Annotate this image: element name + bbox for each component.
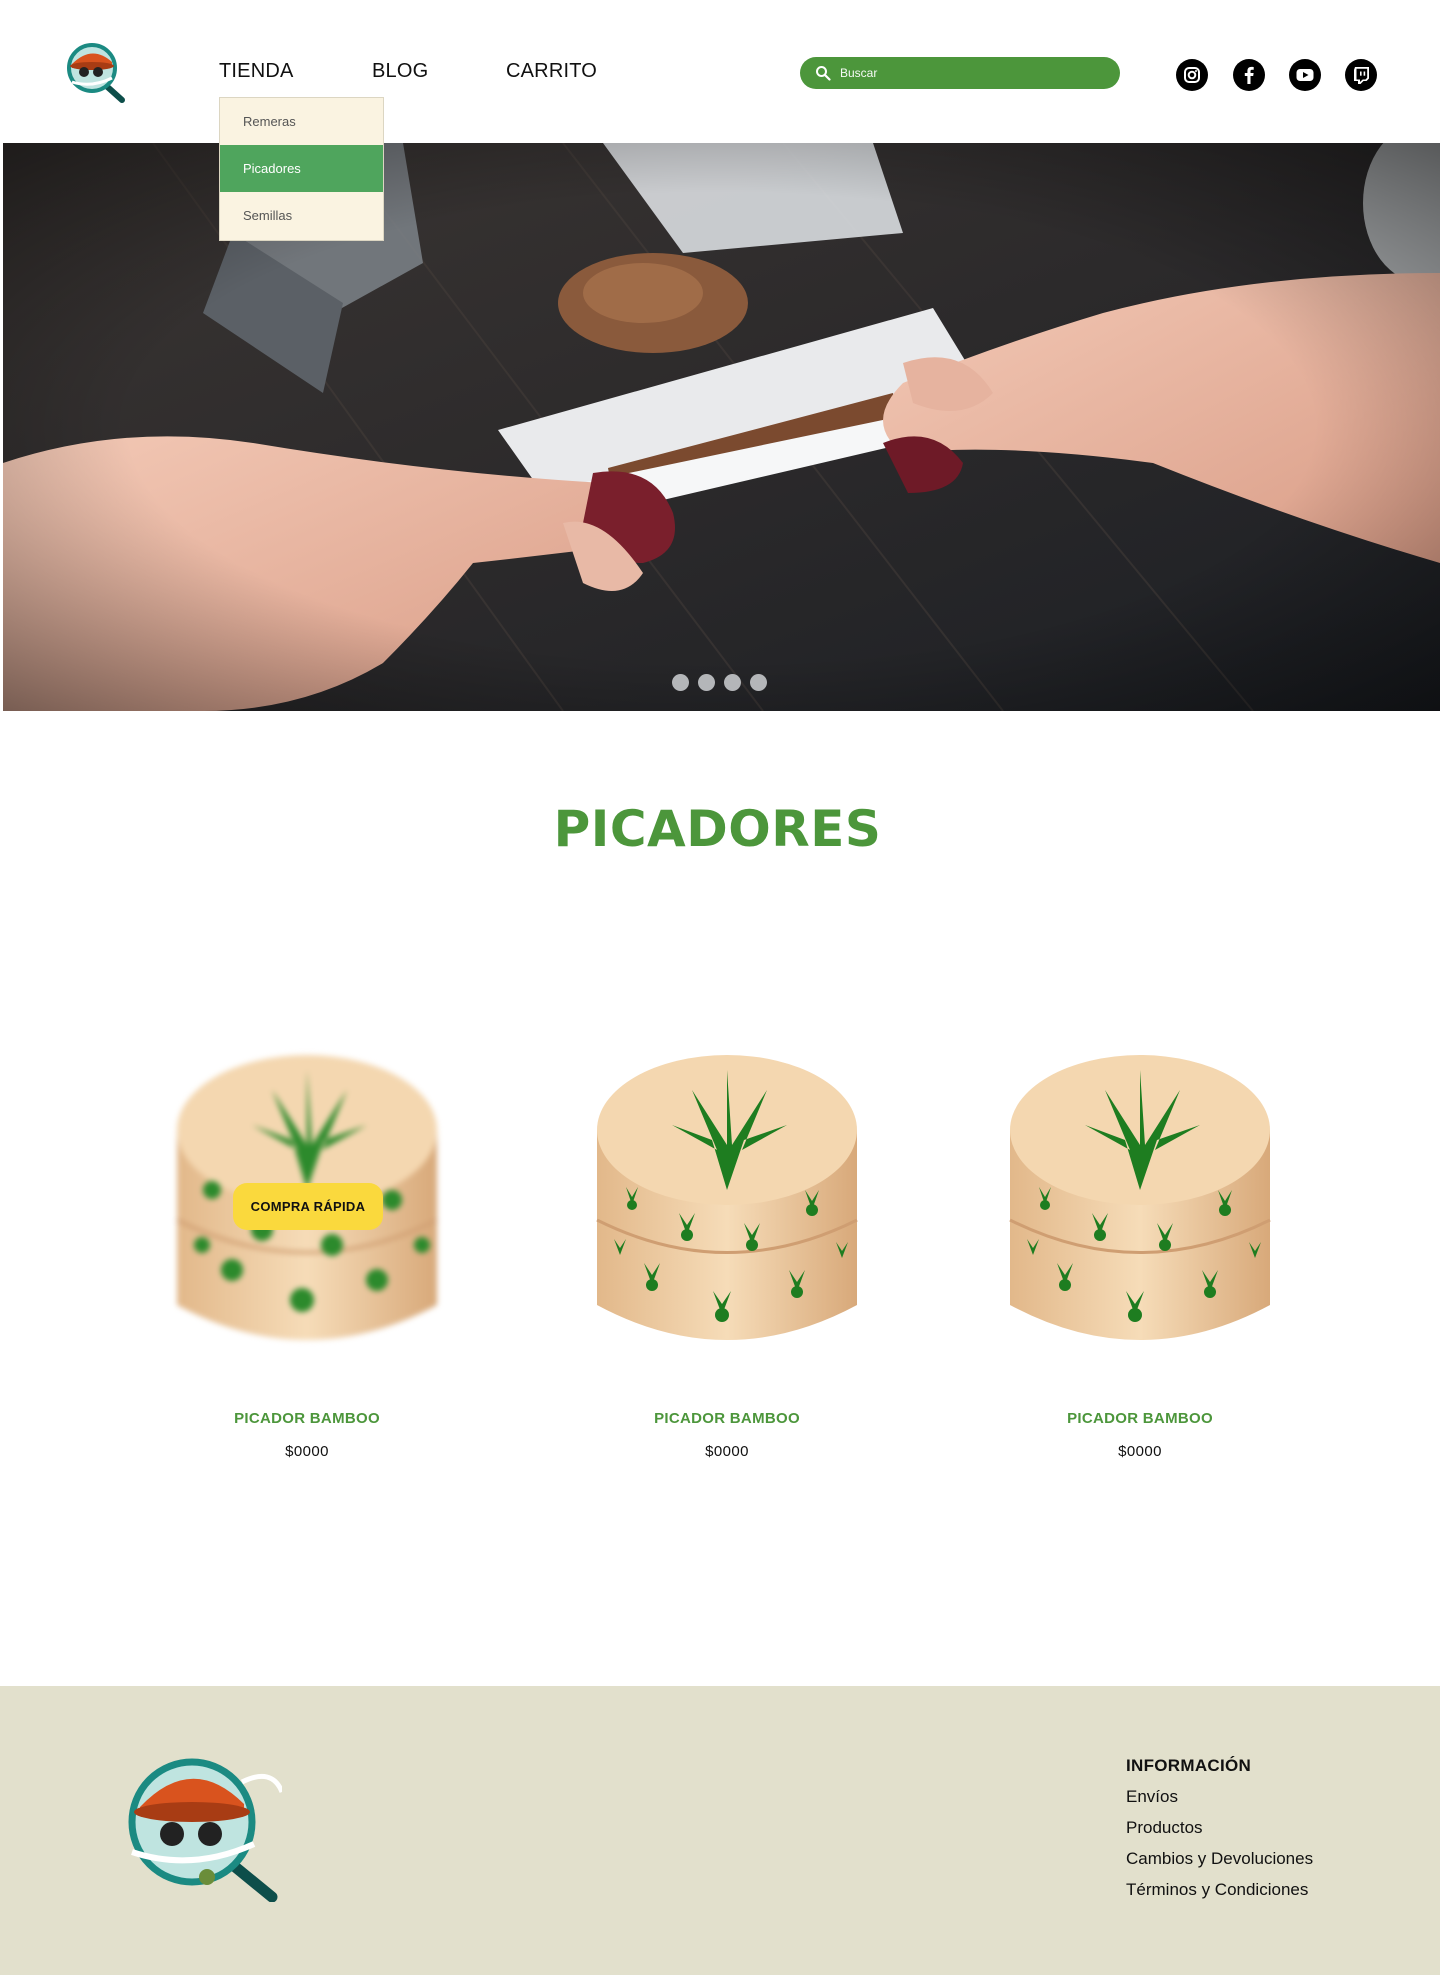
carousel-dot-4[interactable] — [750, 674, 767, 691]
product-price: $0000 — [705, 1443, 749, 1460]
youtube-icon — [1296, 69, 1314, 81]
site-header: TIENDA BLOG CARRITO — [0, 0, 1440, 143]
product-name[interactable]: PICADOR BAMBOO — [577, 1410, 877, 1427]
product-card[interactable]: PICADOR BAMBOO $0000 — [990, 1030, 1290, 1470]
footer-info: INFORMACIÓN Envíos Productos Cambios y D… — [1126, 1756, 1313, 1900]
dropdown-item-remeras[interactable]: Remeras — [220, 98, 383, 145]
twitch-link[interactable] — [1345, 59, 1377, 91]
footer-link-envios[interactable]: Envíos — [1126, 1787, 1313, 1807]
product-name[interactable]: PICADOR BAMBOO — [990, 1410, 1290, 1427]
site-logo[interactable] — [62, 38, 130, 106]
footer-logo[interactable] — [122, 1752, 285, 1907]
site-footer: INFORMACIÓN Envíos Productos Cambios y D… — [0, 1686, 1440, 1975]
nav-tienda[interactable]: TIENDA — [219, 60, 294, 83]
facebook-icon — [1244, 66, 1254, 84]
product-price: $0000 — [285, 1443, 329, 1460]
logo-icon — [67, 43, 125, 103]
facebook-link[interactable] — [1233, 59, 1265, 91]
quick-buy-button[interactable]: COMPRA RÁPIDA — [233, 1183, 383, 1230]
twitch-icon — [1354, 67, 1369, 84]
product-price: $0000 — [1118, 1443, 1162, 1460]
footer-info-title: INFORMACIÓN — [1126, 1756, 1252, 1775]
search-input[interactable] — [840, 57, 1110, 89]
product-name[interactable]: PICADOR BAMBOO — [157, 1410, 457, 1427]
product-image — [1009, 1055, 1271, 1340]
nav-carrito[interactable]: CARRITO — [506, 60, 597, 83]
carousel-dot-1[interactable] — [672, 674, 689, 691]
search-icon[interactable] — [815, 65, 831, 81]
youtube-link[interactable] — [1289, 59, 1321, 91]
product-card[interactable]: COMPRA RÁPIDA PICADOR BAMBOO $0000 — [157, 1030, 457, 1470]
product-image — [596, 1055, 858, 1340]
carousel-dot-2[interactable] — [698, 674, 715, 691]
carousel-dot-3[interactable] — [724, 674, 741, 691]
footer-link-terminos[interactable]: Términos y Condiciones — [1126, 1880, 1313, 1900]
logo-icon — [128, 1758, 285, 1903]
search-bar — [800, 57, 1120, 89]
footer-link-cambios[interactable]: Cambios y Devoluciones — [1126, 1849, 1313, 1869]
product-card[interactable]: PICADOR BAMBOO $0000 — [577, 1030, 877, 1470]
nav-blog[interactable]: BLOG — [372, 60, 428, 83]
instagram-icon — [1184, 67, 1200, 83]
footer-link-productos[interactable]: Productos — [1126, 1818, 1313, 1838]
section-title: PICADORES — [553, 800, 882, 858]
instagram-link[interactable] — [1176, 59, 1208, 91]
tienda-dropdown: Remeras Picadores Semillas — [219, 97, 384, 241]
dropdown-item-semillas[interactable]: Semillas — [220, 192, 383, 239]
dropdown-item-picadores[interactable]: Picadores — [220, 145, 383, 192]
